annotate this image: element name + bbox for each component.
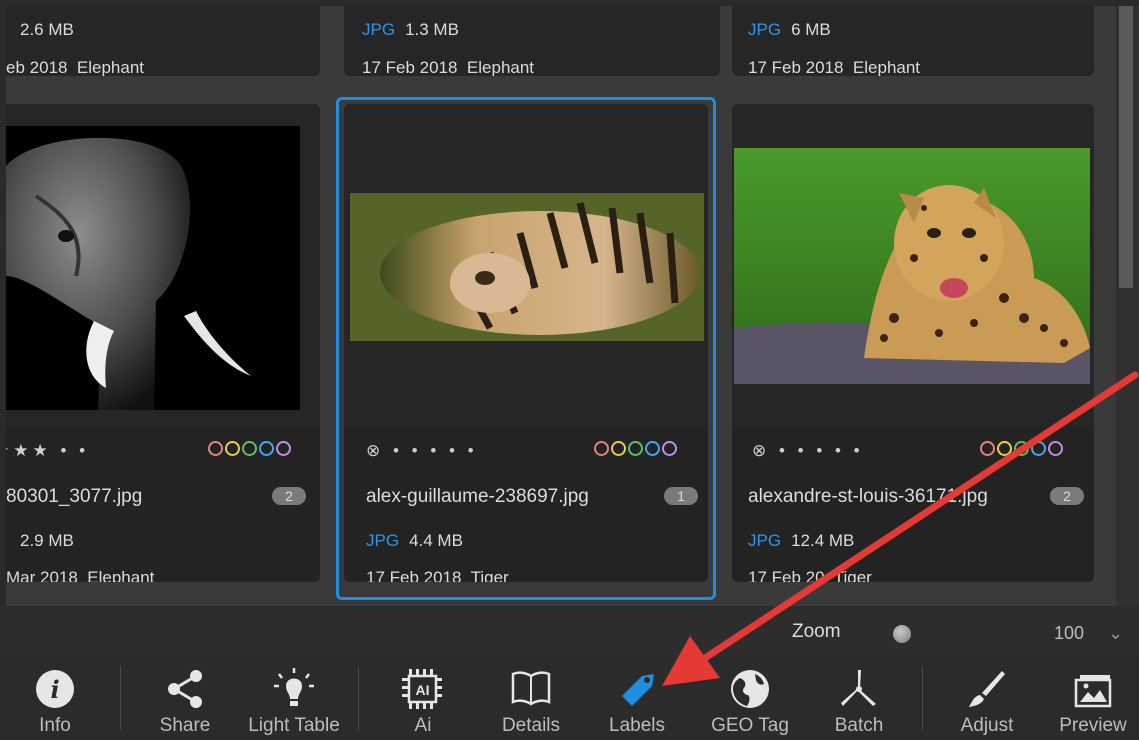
color-labels[interactable]: [978, 441, 1063, 461]
star-rating[interactable]: ⊗ • • • • •: [366, 441, 478, 461]
color-label-blue[interactable]: [645, 441, 660, 456]
version-badge: 2: [1050, 487, 1084, 505]
file-name: 80301_3077.jpg: [6, 486, 143, 507]
light-table-icon: [274, 668, 314, 706]
svg-text:i: i: [50, 675, 59, 704]
light-table-button[interactable]: Light Table: [238, 658, 350, 740]
details-button[interactable]: Details: [486, 658, 576, 740]
color-labels[interactable]: [592, 441, 677, 461]
ai-label: Ai: [414, 715, 432, 736]
file-date: 17 Feb 2018 Tiger: [366, 568, 509, 582]
adjust-label: Adjust: [960, 715, 1014, 736]
star-rating[interactable]: ★★★ • •: [6, 441, 89, 461]
batch-label: Batch: [834, 715, 884, 736]
file-format-size: JPG 6 MB: [748, 20, 831, 39]
file-size: 2.6 MB: [20, 20, 74, 39]
book-icon: [511, 671, 551, 706]
zoom-bar: Zoom 100 ⌄: [0, 606, 1139, 658]
geo-tag-label: GEO Tag: [711, 715, 789, 736]
color-label-blue[interactable]: [1031, 441, 1046, 456]
info-icon: i: [36, 670, 74, 708]
toolbar-divider: [120, 666, 121, 730]
color-label-purple[interactable]: [662, 441, 677, 456]
zoom-value[interactable]: 100: [1054, 623, 1084, 644]
file-date: Mar 2018 Elephant: [6, 568, 155, 582]
tag-icon: [622, 674, 654, 706]
share-label: Share: [159, 715, 211, 736]
zoom-slider-knob[interactable]: [893, 625, 911, 643]
color-labels[interactable]: [206, 441, 291, 461]
color-label-yellow[interactable]: [997, 441, 1012, 456]
zoom-label: Zoom: [792, 621, 841, 642]
pinwheel-icon: [841, 670, 876, 706]
share-icon: [168, 670, 202, 708]
grid-card-elephant[interactable]: ★★★ • • 80301_3077.jpg 2 2.9 MB Mar 2018…: [6, 104, 320, 582]
grid-card-top-3[interactable]: JPG 6 MB 17 Feb 2018 Elephant: [732, 6, 1094, 76]
color-label-green[interactable]: [628, 441, 643, 456]
brush-icon: [969, 671, 1005, 707]
star-rating[interactable]: ⊗ • • • • •: [752, 441, 864, 461]
color-label-yellow[interactable]: [611, 441, 626, 456]
thumbnail-tiger[interactable]: [350, 193, 704, 341]
color-label-blue[interactable]: [259, 441, 274, 456]
file-format-size: JPG 12.4 MB: [748, 531, 855, 550]
file-format-size: JPG 4.4 MB: [366, 531, 463, 550]
info-button[interactable]: i Info: [10, 658, 100, 740]
geo-tag-button[interactable]: GEO Tag: [700, 658, 800, 740]
toolbar-divider: [358, 666, 359, 730]
ai-button[interactable]: AI Ai: [378, 658, 468, 740]
file-date: 17 Feb 20 Tiger: [748, 568, 872, 582]
grid-card-leopard[interactable]: ⊗ • • • • • alexandre-st-louis-36171.jpg…: [732, 104, 1094, 582]
file-date: 17 Feb 2018 Elephant: [748, 58, 921, 76]
file-date: 17 Feb 2018 Elephant: [362, 58, 535, 76]
photo-grid[interactable]: 2.6 MB eb 2018 Elephant JPG 1.3 MB 17 Feb…: [6, 6, 1116, 606]
version-badge: 1: [664, 487, 698, 505]
grid-card-top-2[interactable]: JPG 1.3 MB 17 Feb 2018 Elephant: [344, 6, 720, 76]
color-label-green[interactable]: [1014, 441, 1029, 456]
adjust-button[interactable]: Adjust: [942, 658, 1032, 740]
thumbnail-leopard[interactable]: [734, 148, 1090, 384]
chevron-down-icon[interactable]: ⌄: [1108, 623, 1123, 644]
info-label: Info: [39, 715, 71, 736]
light-table-label: Light Table: [248, 715, 340, 736]
preview-icon: [1074, 675, 1112, 708]
labels-label: Labels: [609, 715, 665, 736]
file-format-size: JPG 1.3 MB: [362, 20, 459, 39]
share-button[interactable]: Share: [140, 658, 230, 740]
color-label-green[interactable]: [242, 441, 257, 456]
file-size: 2.9 MB: [20, 531, 74, 550]
color-label-red[interactable]: [208, 441, 223, 456]
details-label: Details: [501, 715, 561, 736]
batch-button[interactable]: Batch: [814, 658, 904, 740]
version-badge: 2: [272, 487, 306, 505]
labels-button[interactable]: Labels: [592, 658, 682, 740]
color-label-yellow[interactable]: [225, 441, 240, 456]
preview-label: Preview: [1059, 715, 1127, 736]
svg-text:AI: AI: [416, 682, 430, 698]
preview-button[interactable]: Preview: [1048, 658, 1138, 740]
color-label-red[interactable]: [980, 441, 995, 456]
toolbar-divider: [922, 666, 923, 730]
color-label-purple[interactable]: [276, 441, 291, 456]
file-date: eb 2018 Elephant: [6, 58, 145, 76]
color-label-purple[interactable]: [1048, 441, 1063, 456]
ai-chip-icon: AI: [402, 669, 442, 709]
globe-icon: [731, 670, 769, 708]
file-name: alex-guillaume-238697.jpg: [366, 486, 589, 507]
bottom-toolbar: i Info Share Light Table AI Ai Details L…: [0, 658, 1139, 740]
scrollbar-thumb[interactable]: [1119, 6, 1133, 288]
thumbnail-elephant[interactable]: [6, 126, 300, 410]
grid-card-tiger[interactable]: ⊗ • • • • • alex-guillaume-238697.jpg 1 …: [344, 104, 708, 582]
grid-card-top-1[interactable]: 2.6 MB eb 2018 Elephant: [6, 6, 320, 76]
file-name: alexandre-st-louis-36171.jpg: [748, 486, 988, 507]
color-label-red[interactable]: [594, 441, 609, 456]
